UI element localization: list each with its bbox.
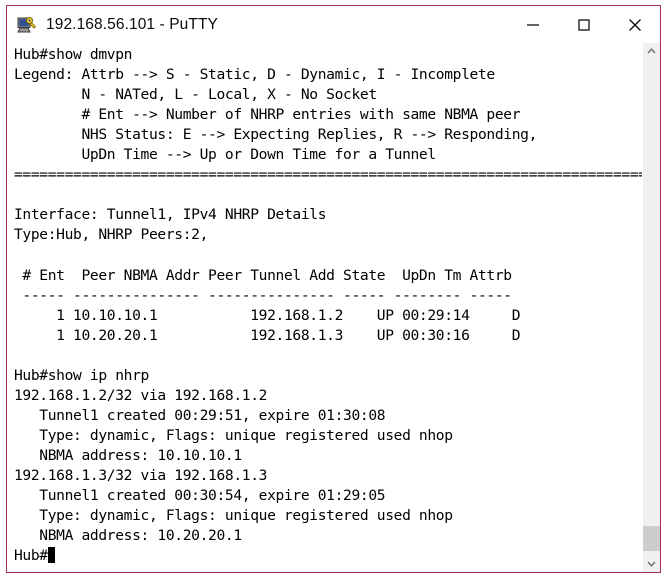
- terminal-line: ========================================…: [14, 166, 642, 184]
- chevron-down-icon: [647, 561, 656, 567]
- scrollbar-thumb[interactable]: [643, 526, 660, 551]
- terminal-line: Tunnel1 created 00:29:51, expire 01:30:0…: [14, 406, 386, 424]
- terminal-output[interactable]: Hub#show dmvpn Legend: Attrb --> S - Stat…: [7, 43, 642, 572]
- scroll-down-button[interactable]: [643, 555, 660, 572]
- terminal-line: NBMA address: 10.10.10.1: [14, 446, 242, 464]
- text-cursor: [47, 547, 56, 564]
- scrollbar-track[interactable]: [643, 60, 660, 555]
- terminal-line: NBMA address: 10.20.20.1: [14, 527, 242, 545]
- terminal-line: 192.168.1.2/32 via 192.168.1.2: [14, 386, 268, 404]
- terminal-line: Hub#show ip nhrp: [14, 366, 149, 384]
- terminal-line: # Ent --> Number of NHRP entries with sa…: [14, 106, 521, 124]
- terminal-line: 1 10.10.10.1 192.168.1.2 UP 00:29:14 D: [14, 306, 521, 324]
- terminal-area: Hub#show dmvpn Legend: Attrb --> S - Stat…: [7, 43, 660, 572]
- chevron-up-icon: [647, 48, 656, 54]
- title-bar[interactable]: 192.168.56.101 - PuTTY: [7, 6, 660, 43]
- terminal-line: Type: dynamic, Flags: unique registered …: [14, 507, 453, 525]
- window-title: 192.168.56.101 - PuTTY: [46, 15, 218, 33]
- vertical-scrollbar[interactable]: [642, 43, 660, 572]
- terminal-line: 1 10.20.20.1 192.168.1.3 UP 00:30:16 D: [14, 326, 521, 344]
- terminal-line: Type:Hub, NHRP Peers:2,: [14, 226, 209, 244]
- terminal-line: Type: dynamic, Flags: unique registered …: [14, 426, 453, 444]
- terminal-line: N - NATed, L - Local, X - No Socket: [14, 86, 377, 104]
- prompt-text: Hub#: [14, 547, 48, 565]
- putty-window: 192.168.56.101 - PuTTY Hub#show dmvpn Le…: [6, 5, 661, 573]
- terminal-line: ----- --------------- --------------- --…: [14, 286, 512, 304]
- terminal-line: Hub#show dmvpn: [14, 46, 133, 63]
- close-icon: [628, 18, 641, 31]
- putty-icon: [16, 14, 38, 36]
- terminal-line: Interface: Tunnel1, IPv4 NHRP Details: [14, 206, 327, 224]
- maximize-button[interactable]: [558, 6, 609, 43]
- terminal-line: NHS Status: E --> Expecting Replies, R -…: [14, 126, 538, 144]
- minimize-button[interactable]: [507, 6, 558, 43]
- maximize-icon: [577, 18, 590, 31]
- terminal-line: # Ent Peer NBMA Addr Peer Tunnel Add Sta…: [14, 266, 512, 284]
- window-controls: [507, 6, 660, 43]
- minimize-icon: [526, 23, 539, 26]
- terminal-line: Tunnel1 created 00:30:54, expire 01:29:0…: [14, 487, 386, 505]
- close-button[interactable]: [609, 6, 660, 43]
- terminal-line: Legend: Attrb --> S - Static, D - Dynami…: [14, 66, 495, 84]
- terminal-line: UpDn Time --> Up or Down Time for a Tunn…: [14, 146, 436, 164]
- terminal-prompt-line: Hub#: [14, 546, 642, 566]
- terminal-line: 192.168.1.3/32 via 192.168.1.3: [14, 466, 268, 484]
- scroll-up-button[interactable]: [643, 43, 660, 60]
